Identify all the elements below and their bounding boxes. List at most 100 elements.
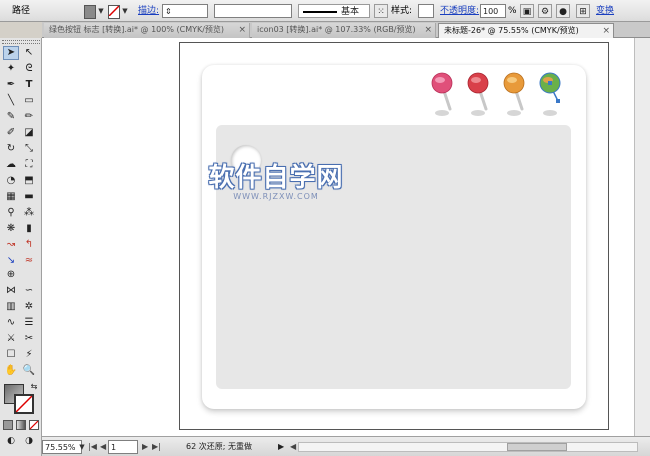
magic-wand-icon[interactable]: ✦ [3, 62, 19, 76]
toolbox-grip[interactable] [2, 40, 40, 44]
column-graph-icon[interactable]: ▮ [21, 222, 37, 236]
stroke-line-preview [303, 11, 337, 13]
toolbox: ➤ ↖ ✦ ᘓ ✒ T ╲ ▭ ✎ ✏ ✐ ◪ ↻ ⤡ ☁ ⛶ ◔ ⬒ ▦ ▬ … [0, 38, 42, 456]
blend-tool-icon[interactable]: ⁂ [21, 206, 37, 220]
graph-tool-a-icon[interactable]: ▥ [3, 300, 19, 314]
mesh-tool-b-icon[interactable]: ∽ [21, 284, 37, 298]
selection-tool-icon[interactable]: ➤ [3, 46, 19, 60]
opacity-field[interactable]: 100 [480, 4, 506, 18]
canvas[interactable]: 软件自学网 WWW.RJZXW.COM [42, 38, 634, 436]
isolate-icon[interactable]: ● [556, 4, 570, 18]
zoom-tool-icon[interactable]: 🔍 [21, 364, 37, 378]
slice-tool-icon[interactable]: ∿ [3, 316, 19, 330]
zoom-field[interactable]: 75.55% [42, 440, 82, 454]
horizontal-scrollbar[interactable] [298, 442, 638, 452]
paintbrush-icon[interactable]: ✎ [3, 110, 19, 124]
free-transform-icon[interactable]: ⛶ [21, 158, 37, 172]
stroke-color-swatch[interactable] [14, 394, 34, 414]
last-page-icon[interactable]: ▶| [152, 440, 161, 454]
variable-width-dropdown[interactable] [214, 4, 292, 18]
rotate-tool-icon[interactable]: ↻ [3, 142, 19, 156]
zoom-dropdown-icon[interactable]: ▼ [78, 440, 86, 454]
page-field[interactable]: 1 [108, 440, 138, 454]
screen-mode-icon[interactable]: ◑ [21, 434, 37, 448]
graphic-style-swatch[interactable] [418, 4, 434, 18]
eyedropper-icon[interactable]: ⚲ [3, 206, 19, 220]
symbol-tool-icon[interactable]: ✲ [21, 300, 37, 314]
recolor-artwork-icon[interactable]: ▣ [520, 4, 534, 18]
path-tool-c-icon[interactable]: ↘ [3, 254, 19, 268]
stroke-label[interactable]: 描边: [138, 4, 159, 18]
align-icon[interactable]: ⊞ [576, 4, 590, 18]
tab-label: icon03 [转换].ai* @ 107.33% (RGB/预览) [257, 25, 416, 34]
stroke-weight-field[interactable]: ⇕ [162, 4, 208, 18]
knife-tool-icon[interactable]: ⚔ [3, 332, 19, 346]
close-icon[interactable]: × [602, 24, 610, 38]
rectangle-tool-icon[interactable]: ▭ [21, 94, 37, 108]
orange-pushpin [502, 71, 532, 127]
artboard-tool-icon[interactable]: ☐ [3, 348, 19, 362]
blob-brush-icon[interactable]: ✐ [3, 126, 19, 140]
scissors-tool-icon[interactable]: ✂ [21, 332, 37, 346]
hand-tool-icon[interactable]: ✋ [3, 364, 19, 378]
first-page-icon[interactable]: |◀ [88, 440, 97, 454]
color-mode-icon[interactable] [3, 420, 13, 430]
style-label: 样式: [391, 6, 413, 16]
scroll-left-icon[interactable]: ◀ [290, 440, 296, 454]
green-pushpin-selected[interactable] [538, 71, 568, 127]
line-tool-icon[interactable]: ╲ [3, 94, 19, 108]
scale-tool-icon[interactable]: ⤡ [21, 142, 37, 156]
direct-selection-tool-icon[interactable]: ↖ [21, 46, 37, 60]
note-card[interactable]: 软件自学网 WWW.RJZXW.COM [202, 65, 586, 409]
fill-swatch[interactable] [84, 5, 96, 19]
stroke-style-label: 基本 [341, 7, 360, 17]
list-tool-icon[interactable]: ☰ [21, 316, 37, 330]
opacity-label[interactable]: 不透明度: [440, 4, 479, 18]
next-page-icon[interactable]: ▶ [142, 440, 148, 454]
stroke-none-icon [16, 396, 32, 412]
document-tabs: 绿色按钮 标志 [转换].ai* @ 100% (CMYK/预览) × icon0… [42, 22, 650, 38]
stroke-options-icon[interactable]: ⁙ [374, 4, 388, 18]
tab-icon03[interactable]: icon03 [转换].ai* @ 107.33% (RGB/预览) × [252, 23, 436, 38]
none-mode-icon[interactable] [29, 420, 39, 430]
stroke-dropdown-icon[interactable]: ▼ [121, 4, 129, 18]
mesh-tool-a-icon[interactable]: ⋈ [3, 284, 19, 298]
path-tool-a-icon[interactable]: ↝ [3, 238, 19, 252]
horizontal-scroll-thumb[interactable] [507, 443, 567, 451]
watermark-main-text: 软件自学网 [208, 163, 344, 193]
live-paint-icon[interactable]: ⬒ [21, 174, 37, 188]
gradient-tool-icon[interactable]: ▬ [21, 190, 37, 204]
gradient-mode-icon[interactable] [16, 420, 26, 430]
close-icon[interactable]: × [238, 23, 246, 37]
tab-label: 绿色按钮 标志 [转换].ai* @ 100% (CMYK/预览) [49, 25, 225, 34]
stroke-swatch[interactable] [108, 5, 120, 19]
lasso-icon[interactable]: ᘓ [21, 62, 37, 76]
fill-dropdown-icon[interactable]: ▼ [97, 4, 105, 18]
pink-pushpin [430, 71, 460, 127]
status-text: 62 次还原; 无重做 [186, 442, 252, 451]
transform-link[interactable]: 变换 [596, 4, 614, 18]
prev-page-icon[interactable]: ◀ [100, 440, 106, 454]
status-menu-icon[interactable]: ▶ [278, 440, 284, 454]
eraser-icon[interactable]: ◪ [21, 126, 37, 140]
pencil-icon[interactable]: ✏ [21, 110, 37, 124]
shape-builder-icon[interactable]: ◔ [3, 174, 19, 188]
path-tool-b-icon[interactable]: ↰ [21, 238, 37, 252]
opacity-percent: % [508, 6, 517, 16]
close-icon[interactable]: × [424, 23, 432, 37]
draw-normal-icon[interactable]: ◐ [3, 434, 19, 448]
slice-select-icon[interactable]: ⚡ [21, 348, 37, 362]
perspective-grid-icon[interactable]: ▦ [3, 190, 19, 204]
type-tool-icon[interactable]: T [21, 78, 37, 92]
brush-definition-dropdown[interactable]: 基本 [298, 4, 370, 18]
pen-tool-icon[interactable]: ✒ [3, 78, 19, 92]
document-setup-icon[interactable]: ⚙ [538, 4, 552, 18]
crosshair-tool-icon[interactable]: ⊕ [3, 268, 19, 282]
tab-untitled-26[interactable]: 未标题-26* @ 75.55% (CMYK/预览) × [438, 23, 614, 38]
tab-green-button[interactable]: 绿色按钮 标志 [转换].ai* @ 100% (CMYK/预览) × [44, 23, 250, 38]
swap-colors-icon[interactable]: ⇆ [26, 380, 42, 394]
path-tool-d-icon[interactable]: ≈ [21, 254, 37, 268]
symbol-sprayer-icon[interactable]: ❋ [3, 222, 19, 236]
warp-tool-icon[interactable]: ☁ [3, 158, 19, 172]
vertical-scrollbar[interactable] [634, 38, 650, 436]
